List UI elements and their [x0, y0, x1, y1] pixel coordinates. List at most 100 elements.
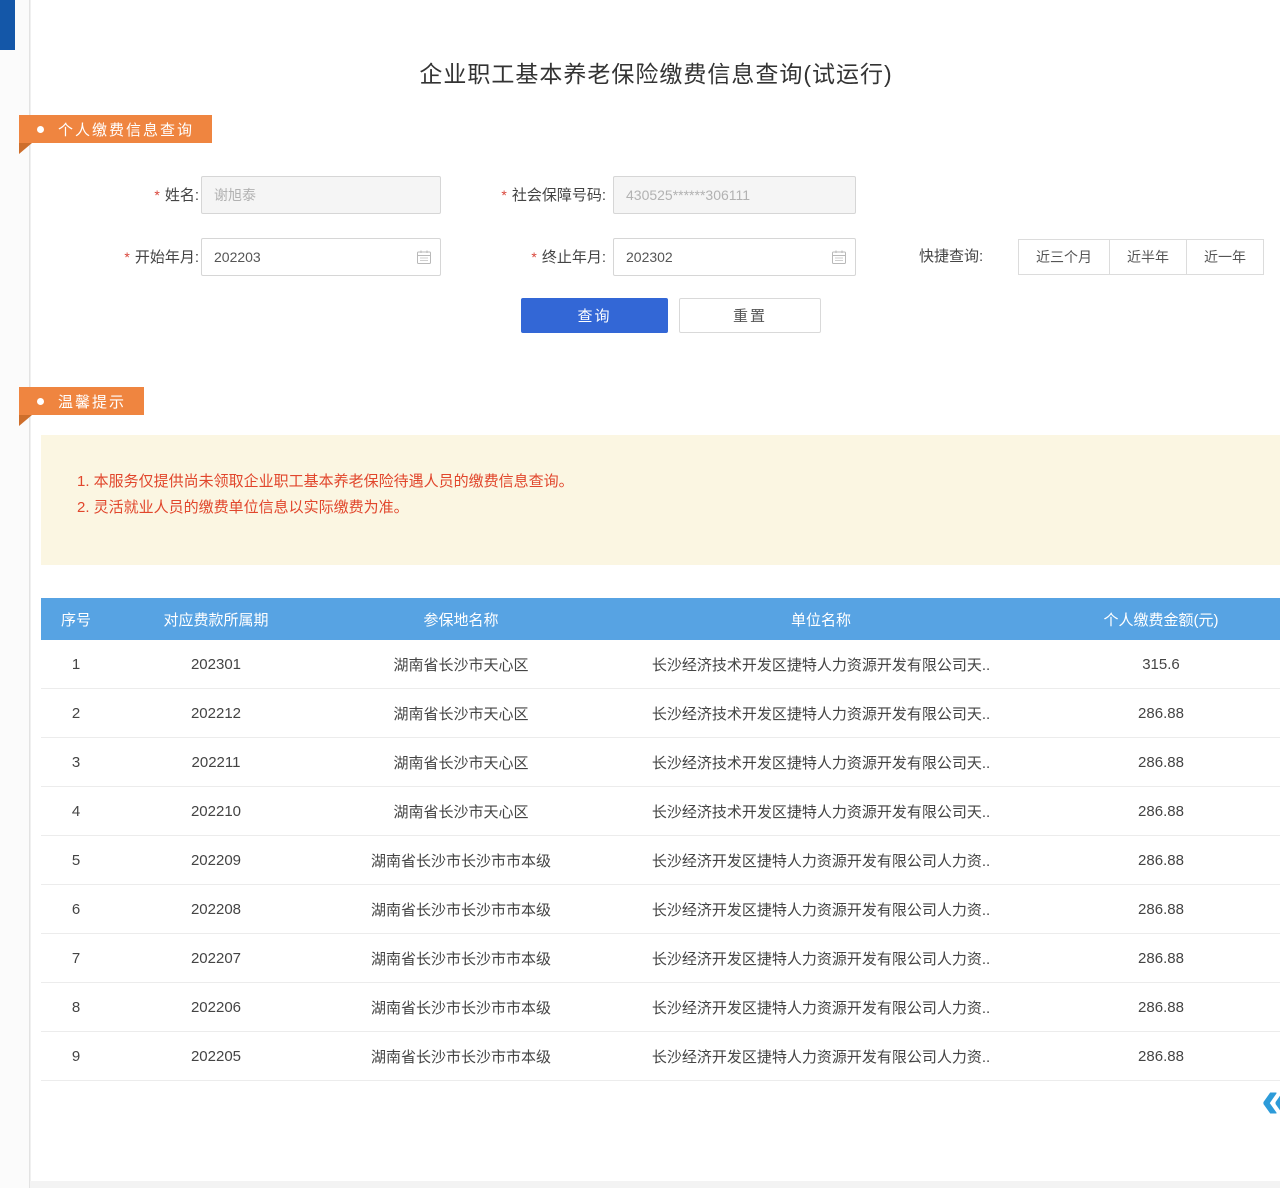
- quick-query-option-2[interactable]: 近半年: [1109, 239, 1187, 275]
- table-cell: 7: [41, 934, 111, 983]
- table-cell: 202208: [111, 885, 321, 934]
- table-cell: 4: [41, 787, 111, 836]
- start-date-input[interactable]: [201, 238, 441, 276]
- bullet-dot-icon: [37, 126, 44, 133]
- table-cell: 202206: [111, 983, 321, 1032]
- table-cell: 202207: [111, 934, 321, 983]
- underlying-page-sliver: [0, 0, 30, 1188]
- table-cell: 202205: [111, 1032, 321, 1081]
- page-title: 企业职工基本养老保险缴费信息查询(试运行): [31, 55, 1280, 89]
- table-cell: 3: [41, 738, 111, 787]
- tips-line-1: 1. 本服务仅提供尚未领取企业职工基本养老保险待遇人员的缴费信息查询。: [77, 469, 1261, 495]
- ribbon-fold: [19, 415, 32, 426]
- required-asterisk: *: [124, 249, 129, 265]
- table-cell: 长沙经济技术开发区捷特人力资源开发有限公司天..: [601, 738, 1041, 787]
- ssn-input: [613, 176, 856, 214]
- table-cell: 湖南省长沙市长沙市市本级: [321, 836, 601, 885]
- collapse-chevron-icon[interactable]: «: [1261, 1072, 1280, 1126]
- table-cell: 湖南省长沙市天心区: [321, 787, 601, 836]
- name-label: *姓名:: [81, 176, 199, 214]
- bullet-dot-icon: [37, 398, 44, 405]
- start-date-field-wrap: [201, 238, 441, 276]
- table-row: 8202206湖南省长沙市长沙市市本级长沙经济开发区捷特人力资源开发有限公司人力…: [41, 983, 1280, 1032]
- table-row: 6202208湖南省长沙市长沙市市本级长沙经济开发区捷特人力资源开发有限公司人力…: [41, 885, 1280, 934]
- ribbon-fold: [19, 143, 32, 154]
- name-field-wrap: [201, 176, 441, 214]
- name-input: [201, 176, 441, 214]
- quick-query-option-3[interactable]: 近一年: [1186, 239, 1264, 275]
- table-cell: 286.88: [1041, 738, 1280, 787]
- table-cell: 202301: [111, 640, 321, 689]
- table-cell: 202209: [111, 836, 321, 885]
- table-row: 4202210湖南省长沙市天心区长沙经济技术开发区捷特人力资源开发有限公司天..…: [41, 787, 1280, 836]
- end-date-input[interactable]: [613, 238, 856, 276]
- table-cell: 长沙经济技术开发区捷特人力资源开发有限公司天..: [601, 689, 1041, 738]
- table-cell: 湖南省长沙市长沙市市本级: [321, 934, 601, 983]
- table-cell: 长沙经济开发区捷特人力资源开发有限公司人力资..: [601, 934, 1041, 983]
- tips-line-2: 2. 灵活就业人员的缴费单位信息以实际缴费为准。: [77, 495, 1261, 521]
- table-cell: 长沙经济技术开发区捷特人力资源开发有限公司天..: [601, 640, 1041, 689]
- ssn-label: *社会保障号码:: [451, 176, 606, 214]
- required-asterisk: *: [531, 249, 536, 265]
- end-date-label: *终止年月:: [451, 238, 606, 276]
- table-cell: 202210: [111, 787, 321, 836]
- results-table: 序号对应费款所属期参保地名称单位名称个人缴费金额(元) 1202301湖南省长沙…: [41, 598, 1280, 1081]
- table-body: 1202301湖南省长沙市天心区长沙经济技术开发区捷特人力资源开发有限公司天..…: [41, 640, 1280, 1081]
- table-cell: 202211: [111, 738, 321, 787]
- table-row: 7202207湖南省长沙市长沙市市本级长沙经济开发区捷特人力资源开发有限公司人力…: [41, 934, 1280, 983]
- quick-query-label: 快捷查询:: [919, 238, 1009, 276]
- table-cell: 5: [41, 836, 111, 885]
- section-badge-query: 个人缴费信息查询: [19, 115, 212, 143]
- table-cell: 1: [41, 640, 111, 689]
- required-asterisk: *: [154, 187, 159, 203]
- table-cell: 长沙经济开发区捷特人力资源开发有限公司人力资..: [601, 885, 1041, 934]
- table-cell: 湖南省长沙市长沙市市本级: [321, 885, 601, 934]
- table-cell: 286.88: [1041, 885, 1280, 934]
- table-cell: 湖南省长沙市天心区: [321, 738, 601, 787]
- table-row: 2202212湖南省长沙市天心区长沙经济技术开发区捷特人力资源开发有限公司天..…: [41, 689, 1280, 738]
- section-badge-tips: 温馨提示: [19, 387, 144, 415]
- section-badge-query-label: 个人缴费信息查询: [58, 119, 194, 140]
- column-header: 单位名称: [601, 598, 1041, 640]
- sidebar-blue-tab: [0, 0, 15, 50]
- table-row: 1202301湖南省长沙市天心区长沙经济技术开发区捷特人力资源开发有限公司天..…: [41, 640, 1280, 689]
- table-cell: 湖南省长沙市天心区: [321, 640, 601, 689]
- table-row: 9202205湖南省长沙市长沙市市本级长沙经济开发区捷特人力资源开发有限公司人力…: [41, 1032, 1280, 1081]
- table-cell: 286.88: [1041, 983, 1280, 1032]
- required-asterisk: *: [501, 187, 506, 203]
- table-cell: 286.88: [1041, 787, 1280, 836]
- table-cell: 长沙经济开发区捷特人力资源开发有限公司人力资..: [601, 983, 1041, 1032]
- table-cell: 202212: [111, 689, 321, 738]
- column-header: 个人缴费金额(元): [1041, 598, 1280, 640]
- main-panel: 企业职工基本养老保险缴费信息查询(试运行) 个人缴费信息查询 *姓名: *社会保…: [30, 0, 1280, 1181]
- column-header: 参保地名称: [321, 598, 601, 640]
- tips-notice-box: 1. 本服务仅提供尚未领取企业职工基本养老保险待遇人员的缴费信息查询。 2. 灵…: [41, 435, 1280, 565]
- table-cell: 湖南省长沙市长沙市市本级: [321, 983, 601, 1032]
- column-header: 序号: [41, 598, 111, 640]
- table-cell: 湖南省长沙市天心区: [321, 689, 601, 738]
- table-cell: 9: [41, 1032, 111, 1081]
- section-badge-tips-label: 温馨提示: [58, 391, 126, 412]
- table-row: 5202209湖南省长沙市长沙市市本级长沙经济开发区捷特人力资源开发有限公司人力…: [41, 836, 1280, 885]
- table-cell: 286.88: [1041, 1032, 1280, 1081]
- quick-query-buttons: 近三个月近半年近一年: [1019, 239, 1264, 275]
- table-cell: 8: [41, 983, 111, 1032]
- table-cell: 湖南省长沙市长沙市市本级: [321, 1032, 601, 1081]
- quick-query-option-1[interactable]: 近三个月: [1018, 239, 1110, 275]
- table-cell: 286.88: [1041, 934, 1280, 983]
- table-header-row: 序号对应费款所属期参保地名称单位名称个人缴费金额(元): [41, 598, 1280, 640]
- table-cell: 2: [41, 689, 111, 738]
- table-cell: 315.6: [1041, 640, 1280, 689]
- table-cell: 长沙经济技术开发区捷特人力资源开发有限公司天..: [601, 787, 1041, 836]
- table-row: 3202211湖南省长沙市天心区长沙经济技术开发区捷特人力资源开发有限公司天..…: [41, 738, 1280, 787]
- ssn-field-wrap: [613, 176, 856, 214]
- start-date-label: *开始年月:: [81, 238, 199, 276]
- table-cell: 286.88: [1041, 836, 1280, 885]
- table-cell: 6: [41, 885, 111, 934]
- end-date-field-wrap: [613, 238, 856, 276]
- query-button[interactable]: 查询: [521, 298, 668, 333]
- table-cell: 长沙经济开发区捷特人力资源开发有限公司人力资..: [601, 836, 1041, 885]
- reset-button[interactable]: 重置: [679, 298, 821, 333]
- table-cell: 长沙经济开发区捷特人力资源开发有限公司人力资..: [601, 1032, 1041, 1081]
- column-header: 对应费款所属期: [111, 598, 321, 640]
